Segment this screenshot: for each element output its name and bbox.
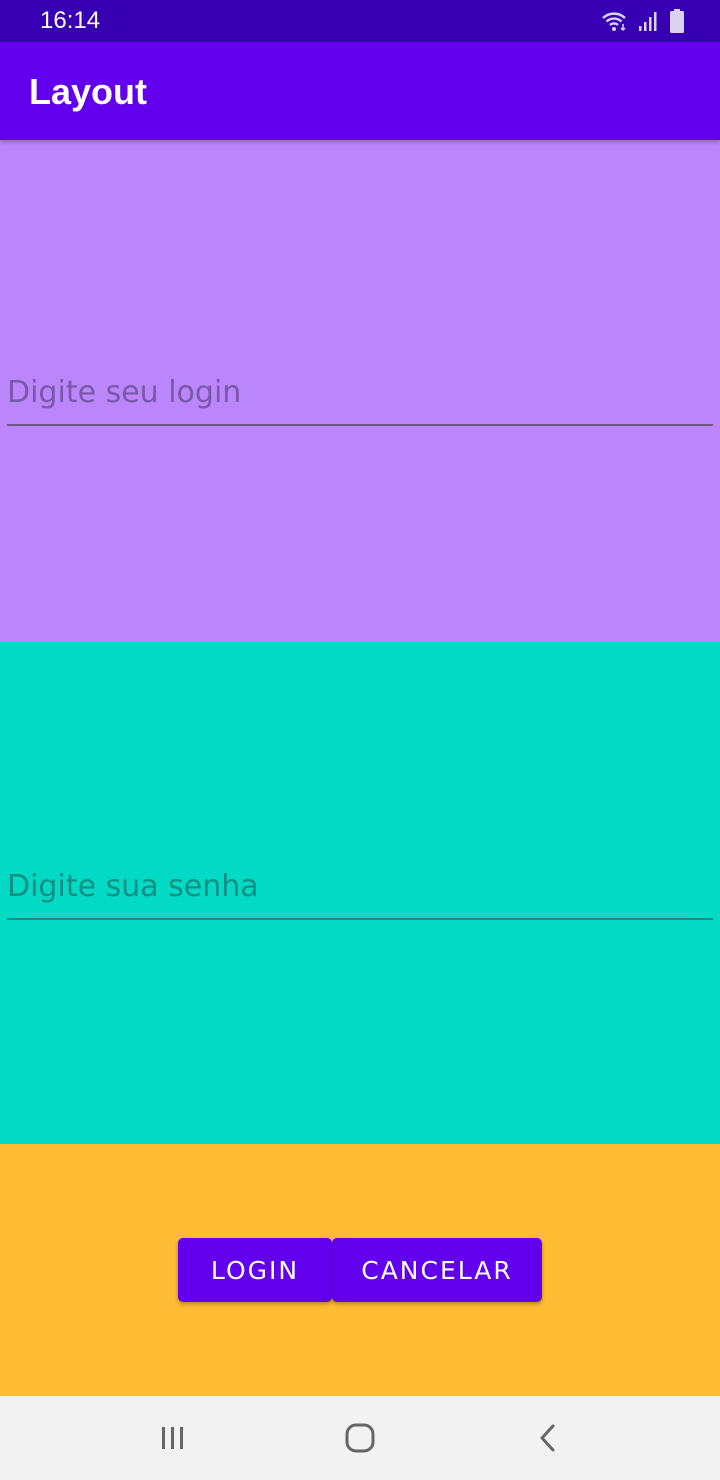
status-bar: 16:14 [0, 0, 720, 42]
login-button[interactable]: LOGIN [178, 1238, 332, 1302]
status-icons [600, 9, 684, 33]
signal-icon [638, 10, 660, 32]
home-icon[interactable] [340, 1420, 380, 1456]
back-icon[interactable] [528, 1420, 568, 1456]
wifi-icon [600, 10, 628, 32]
app-title: Layout [29, 71, 148, 112]
password-input[interactable] [7, 860, 713, 920]
app-bar: Layout [0, 42, 720, 140]
battery-icon [670, 9, 684, 33]
cancel-button[interactable]: CANCELAR [332, 1238, 542, 1302]
status-time: 16:14 [40, 7, 101, 34]
login-input[interactable] [7, 366, 713, 426]
login-section [0, 140, 720, 642]
navigation-bar [0, 1396, 720, 1480]
recent-apps-icon[interactable] [153, 1420, 193, 1456]
password-section [0, 642, 720, 1144]
buttons-section: LOGIN CANCELAR [0, 1144, 720, 1396]
